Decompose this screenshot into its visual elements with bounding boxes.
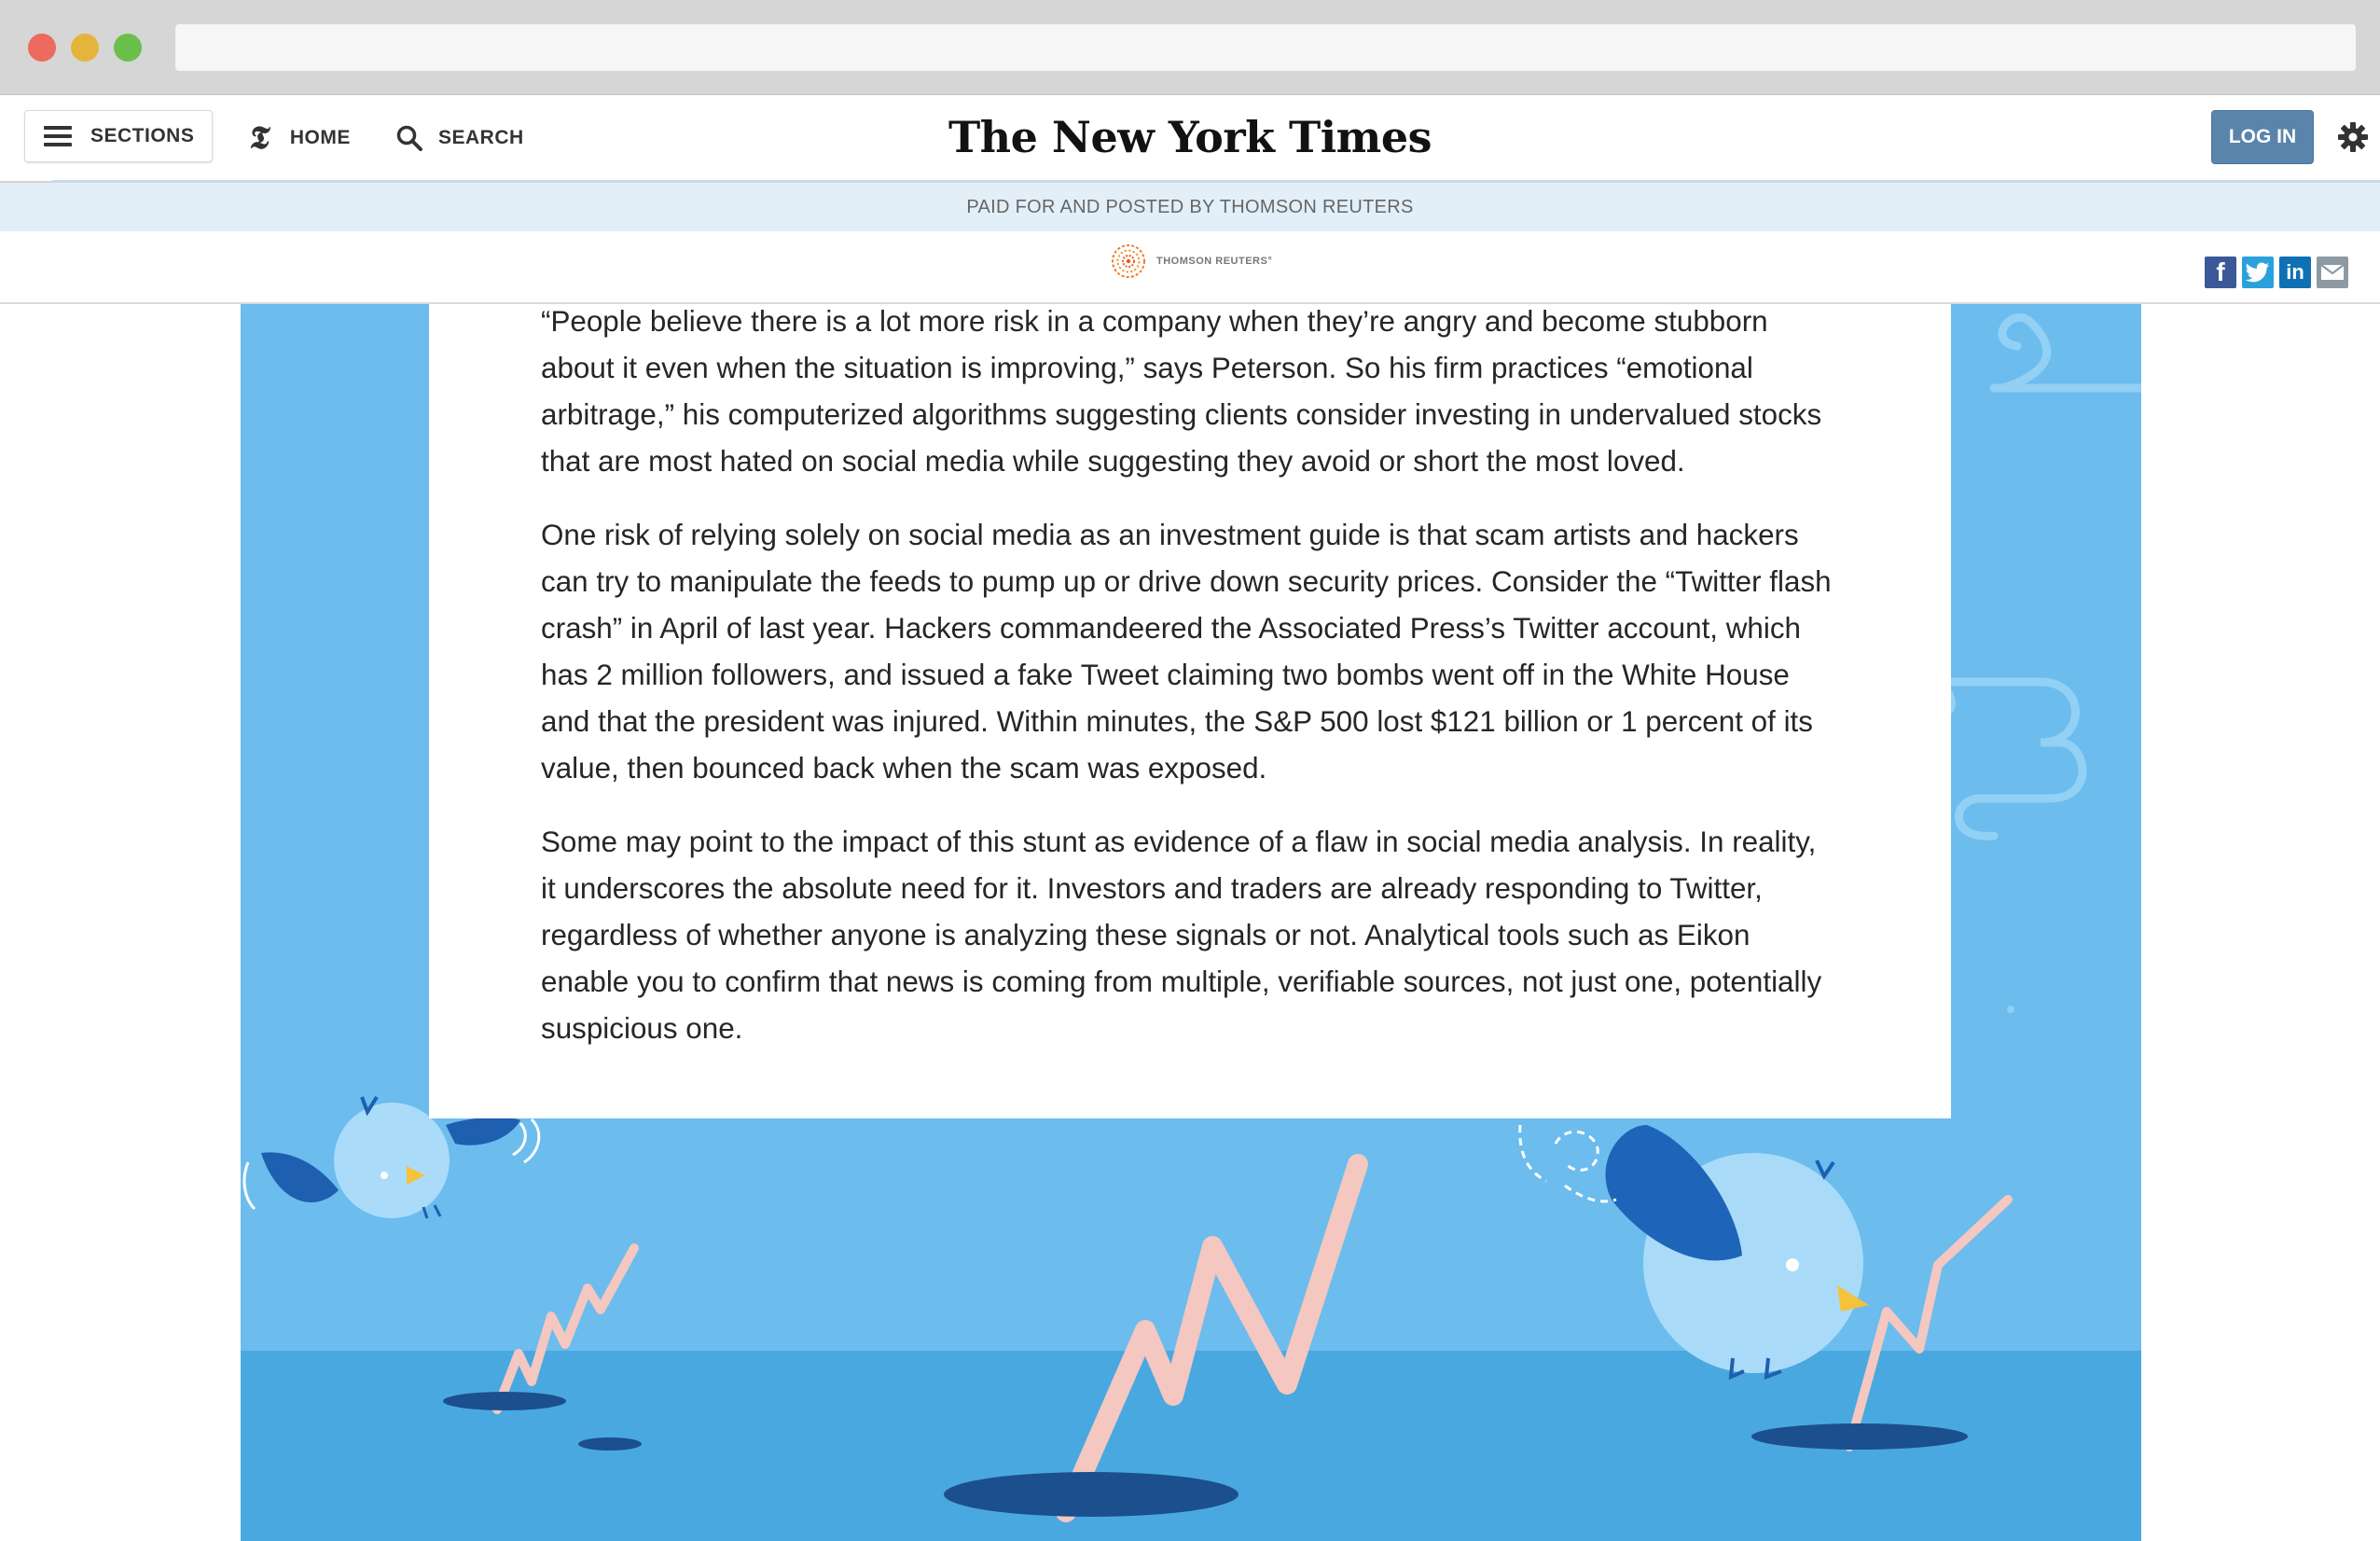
twitter-share-icon[interactable]	[2242, 257, 2274, 288]
minimize-window-icon[interactable]	[71, 34, 99, 62]
search-label: SEARCH	[438, 127, 524, 148]
sections-button[interactable]: SECTIONS	[24, 110, 213, 162]
sponsor-bar: THOMSON REUTERS° f in	[0, 231, 2380, 304]
paid-post-label: PAID FOR AND POSTED BY THOMSON REUTERS	[966, 196, 1414, 217]
search-button[interactable]: SEARCH	[395, 119, 524, 157]
search-icon	[396, 125, 422, 151]
paid-post-banner: PAID FOR AND POSTED BY THOMSON REUTERS	[0, 183, 2380, 231]
article-body: “People believe there is a lot more risk…	[541, 298, 1837, 1079]
nyt-masthead-logo[interactable]: The New York Times	[910, 108, 1470, 166]
nyt-t-icon: 𝕿	[247, 119, 271, 157]
facebook-share-icon[interactable]: f	[2205, 257, 2236, 288]
address-bar[interactable]	[175, 24, 2356, 71]
site-header: SECTIONS 𝕿 HOME SEARCH The New York Time…	[0, 95, 2380, 183]
maximize-window-icon[interactable]	[114, 34, 142, 62]
home-label: HOME	[289, 127, 351, 148]
email-share-icon[interactable]	[2317, 257, 2348, 288]
thomson-reuters-logo[interactable]: THOMSON REUTERS°	[1110, 243, 1272, 280]
article-paragraph: “People believe there is a lot more risk…	[541, 305, 1822, 478]
menu-icon	[44, 126, 72, 146]
home-button[interactable]: 𝕿 HOME	[247, 119, 351, 157]
thomson-reuters-wordmark: THOMSON REUTERS°	[1156, 256, 1273, 267]
linkedin-share-icon[interactable]: in	[2279, 257, 2311, 288]
login-button[interactable]: LOG IN	[2211, 110, 2314, 164]
gear-icon[interactable]	[2337, 121, 2369, 153]
article-paragraph: One risk of relying solely on social med…	[541, 519, 1832, 784]
article-paragraph: Some may point to the impact of this stu…	[541, 826, 1822, 1045]
thomson-reuters-emblem-icon	[1112, 244, 1145, 278]
close-window-icon[interactable]	[28, 34, 56, 62]
browser-chrome	[0, 0, 2380, 95]
sections-label: SECTIONS	[90, 125, 195, 146]
